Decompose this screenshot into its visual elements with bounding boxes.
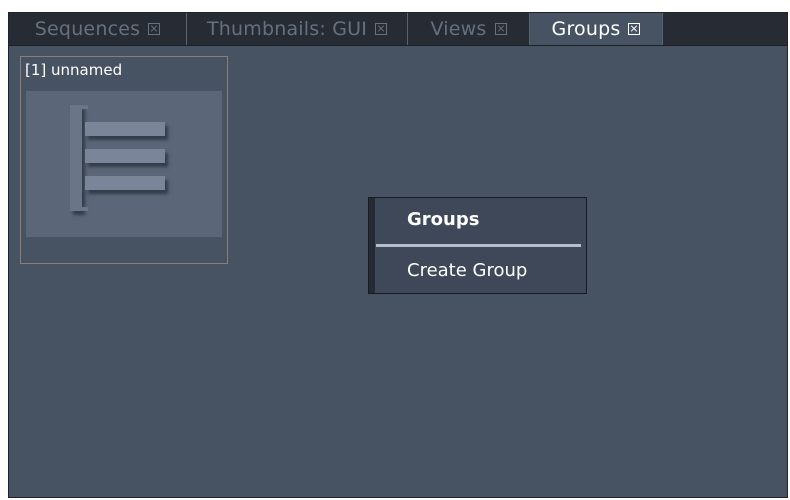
sequence-list-icon	[26, 91, 222, 237]
list-bar	[85, 176, 165, 190]
menu-title: Groups	[407, 209, 480, 230]
list-bar	[85, 122, 165, 136]
tab-groups[interactable]: Groups	[530, 13, 663, 45]
tab-label: Views	[430, 18, 487, 40]
tab-label: Sequences	[34, 18, 141, 40]
bracket-shape	[70, 105, 88, 211]
groups-panel: Sequences Thumbnails: GUI Views Groups […	[8, 12, 788, 498]
group-thumbnail[interactable]: [1] unnamed	[20, 56, 228, 264]
menu-separator	[376, 244, 581, 247]
close-icon[interactable]	[628, 23, 641, 35]
context-menu: Groups Create Group	[368, 197, 587, 294]
create-group-menu-item[interactable]: Create Group	[376, 250, 584, 290]
app-window: Sequences Thumbnails: GUI Views Groups […	[0, 0, 790, 500]
tab-thumbnails-gui[interactable]: Thumbnails: GUI	[187, 13, 408, 45]
tab-bar: Sequences Thumbnails: GUI Views Groups	[9, 13, 787, 46]
thumbnail-label: [1] unnamed	[25, 61, 123, 79]
menu-stripe	[369, 198, 375, 293]
tab-sequences[interactable]: Sequences	[9, 13, 187, 45]
tab-label: Groups	[551, 18, 621, 40]
close-icon[interactable]	[375, 23, 388, 35]
list-bar	[85, 149, 165, 163]
tab-views[interactable]: Views	[408, 13, 530, 45]
close-icon[interactable]	[494, 23, 507, 35]
tab-label: Thumbnails: GUI	[206, 18, 368, 40]
close-icon[interactable]	[148, 23, 161, 35]
